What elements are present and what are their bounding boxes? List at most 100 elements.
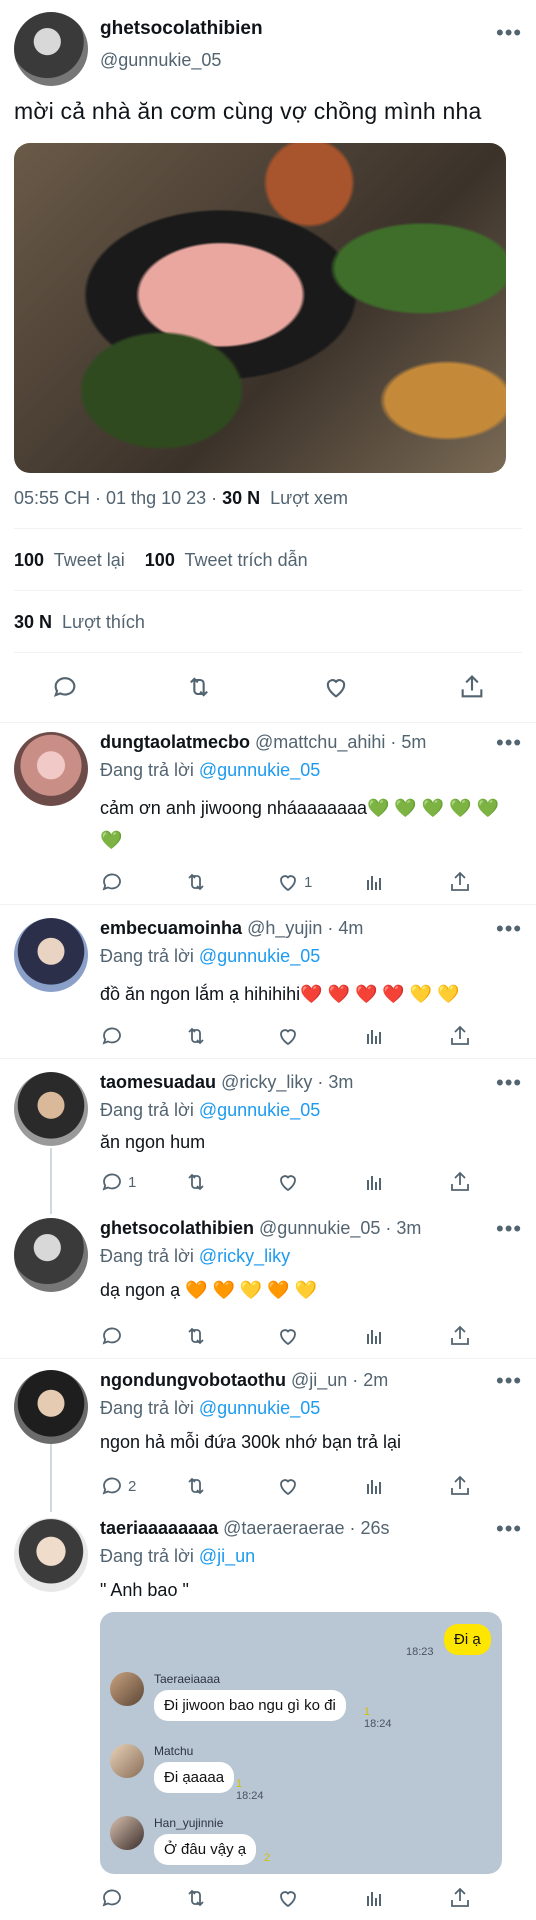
reply-author-handle[interactable]: @h_yujin — [247, 918, 322, 938]
retweet-icon[interactable] — [184, 1168, 208, 1196]
reply-author-handle[interactable]: @ricky_liky — [221, 1072, 312, 1092]
like-icon[interactable]: 1 — [276, 868, 312, 896]
retweet-icon[interactable] — [184, 1884, 208, 1912]
more-icon[interactable]: ••• — [496, 1368, 522, 1394]
author-handle[interactable]: @gunnukie_05 — [100, 50, 221, 71]
reply-text: ăn ngon hum — [100, 1132, 206, 1152]
reply-icon[interactable] — [100, 1022, 124, 1050]
reply-tweet[interactable]: ghetsocolathibien @gunnukie_05 · 3m ••• … — [0, 1216, 536, 1350]
replying-to-handle[interactable]: @ji_un — [199, 1546, 255, 1566]
reply-author-handle[interactable]: @mattchu_ahihi — [255, 732, 385, 752]
replying-label: Đang trả lời — [100, 1100, 194, 1120]
chat-bubble: Đi ạaaaa — [154, 1762, 235, 1793]
reply-author-name[interactable]: taeriaaaaaaaa — [100, 1518, 218, 1538]
reply-icon[interactable] — [100, 868, 124, 896]
more-icon[interactable]: ••• — [496, 916, 522, 942]
reply-time[interactable]: · 2m — [352, 1370, 388, 1390]
share-icon[interactable] — [448, 1022, 472, 1050]
reply-icon[interactable]: 2 — [100, 1472, 136, 1500]
reply-time[interactable]: · 3m — [385, 1218, 421, 1238]
replying-to-handle[interactable]: @ricky_liky — [199, 1246, 290, 1266]
views-icon[interactable] — [362, 868, 386, 896]
replying-to: Đang trả lời @gunnukie_05 — [100, 760, 320, 781]
reply-author-name[interactable]: embecuamoinha — [100, 918, 242, 938]
retweet-icon[interactable] — [184, 672, 214, 702]
reply-icon[interactable] — [100, 1884, 124, 1912]
avatar[interactable] — [14, 1072, 88, 1146]
share-icon[interactable] — [448, 868, 472, 896]
like-icon[interactable] — [321, 672, 351, 702]
avatar[interactable] — [14, 1518, 88, 1592]
reply-author-handle[interactable]: @taeraeraerae — [223, 1518, 344, 1538]
reply-tweet[interactable]: embecuamoinha @h_yujin · 4m ••• Đang trả… — [0, 916, 536, 1058]
reply-author-name[interactable]: taomesuadau — [100, 1072, 216, 1092]
more-icon[interactable]: ••• — [496, 20, 522, 46]
chat-sender-name: Taeraeiaaaa — [154, 1672, 221, 1686]
reply-header: ngondungvobotaothu @ji_un · 2m — [100, 1370, 388, 1391]
reply-text-content: dạ ngon ạ — [100, 1280, 181, 1300]
reply-header: ghetsocolathibien @gunnukie_05 · 3m — [100, 1218, 421, 1239]
reply-icon[interactable] — [100, 1322, 124, 1350]
reply-text: ngon hả mỗi đứa 300k nhớ bạn trả lại — [100, 1432, 402, 1452]
views-icon[interactable] — [362, 1472, 386, 1500]
share-icon[interactable] — [457, 672, 487, 702]
replying-to-handle[interactable]: @gunnukie_05 — [199, 946, 320, 966]
likes-stats[interactable]: 30 N Lượt thích — [14, 612, 145, 633]
avatar[interactable] — [14, 1218, 88, 1292]
tweet-photo[interactable] — [14, 143, 506, 473]
share-icon[interactable] — [448, 1168, 472, 1196]
more-icon[interactable]: ••• — [496, 730, 522, 756]
retweet-stats[interactable]: 100 Tweet lại 100 Tweet trích dẫn — [14, 550, 308, 571]
more-icon[interactable]: ••• — [496, 1070, 522, 1096]
reply-author-handle[interactable]: @gunnukie_05 — [259, 1218, 380, 1238]
reply-icon[interactable] — [50, 672, 80, 702]
reply-time[interactable]: · 5m — [390, 732, 426, 752]
share-icon[interactable] — [448, 1322, 472, 1350]
like-icon[interactable] — [276, 1322, 300, 1350]
reply-actions — [100, 1022, 500, 1052]
views-label: Lượt xem — [270, 488, 349, 508]
retweet-icon[interactable] — [184, 1322, 208, 1350]
views-icon[interactable] — [362, 1168, 386, 1196]
divider — [0, 1358, 536, 1359]
views-icon[interactable] — [362, 1322, 386, 1350]
avatar[interactable] — [14, 918, 88, 992]
views-icon[interactable] — [362, 1884, 386, 1912]
avatar[interactable] — [14, 732, 88, 806]
like-icon[interactable] — [276, 1472, 300, 1500]
reply-author-name[interactable]: ngondungvobotaothu — [100, 1370, 286, 1390]
tweet-timestamp[interactable]: 05:55 CH · 01 thg 10 23 · — [14, 488, 222, 508]
replying-to-handle[interactable]: @gunnukie_05 — [199, 1100, 320, 1120]
retweets-count: 100 — [14, 550, 45, 570]
reply-time[interactable]: · 3m — [317, 1072, 353, 1092]
more-icon[interactable]: ••• — [496, 1516, 522, 1542]
replying-to-handle[interactable]: @gunnukie_05 — [199, 1398, 320, 1418]
like-icon[interactable] — [276, 1884, 300, 1912]
retweet-icon[interactable] — [184, 1022, 208, 1050]
replying-to-handle[interactable]: @gunnukie_05 — [199, 760, 320, 780]
views-icon[interactable] — [362, 1022, 386, 1050]
like-icon[interactable] — [276, 1022, 300, 1050]
share-icon[interactable] — [448, 1884, 472, 1912]
reply-tweet[interactable]: ngondungvobotaothu @ji_un · 2m ••• Đang … — [0, 1368, 536, 1500]
author-name[interactable]: ghetsocolathibien — [100, 18, 263, 40]
chat-screenshot-image[interactable]: Đi ạ 18:23 Taeraeiaaaa Đi jiwoon bao ngu… — [100, 1612, 502, 1874]
avatar[interactable] — [14, 12, 88, 86]
quotes-count: 100 — [144, 550, 175, 570]
share-icon[interactable] — [448, 1472, 472, 1500]
reply-time[interactable]: · 4m — [327, 918, 363, 938]
more-icon[interactable]: ••• — [496, 1216, 522, 1242]
reply-tweet[interactable]: taomesuadau @ricky_liky · 3m ••• Đang tr… — [0, 1070, 536, 1202]
avatar[interactable] — [14, 1370, 88, 1444]
retweet-icon[interactable] — [184, 1472, 208, 1500]
reply-text: đồ ăn ngon lắm ạ hihihihi❤️ ❤️ ❤️ ❤️ 💛 💛 — [100, 978, 510, 1010]
retweet-icon[interactable] — [184, 868, 208, 896]
reply-time[interactable]: · 26s — [349, 1518, 389, 1538]
reply-author-handle[interactable]: @ji_un — [291, 1370, 347, 1390]
reply-icon[interactable]: 1 — [100, 1168, 136, 1196]
reply-author-name[interactable]: dungtaolatmecbo — [100, 732, 250, 752]
like-icon[interactable] — [276, 1168, 300, 1196]
reply-tweet[interactable]: dungtaolatmecbo @mattchu_ahihi · 5m ••• … — [0, 730, 536, 904]
reply-emoji: ❤️ ❤️ ❤️ ❤️ 💛 💛 — [300, 984, 460, 1004]
reply-author-name[interactable]: ghetsocolathibien — [100, 1218, 254, 1238]
